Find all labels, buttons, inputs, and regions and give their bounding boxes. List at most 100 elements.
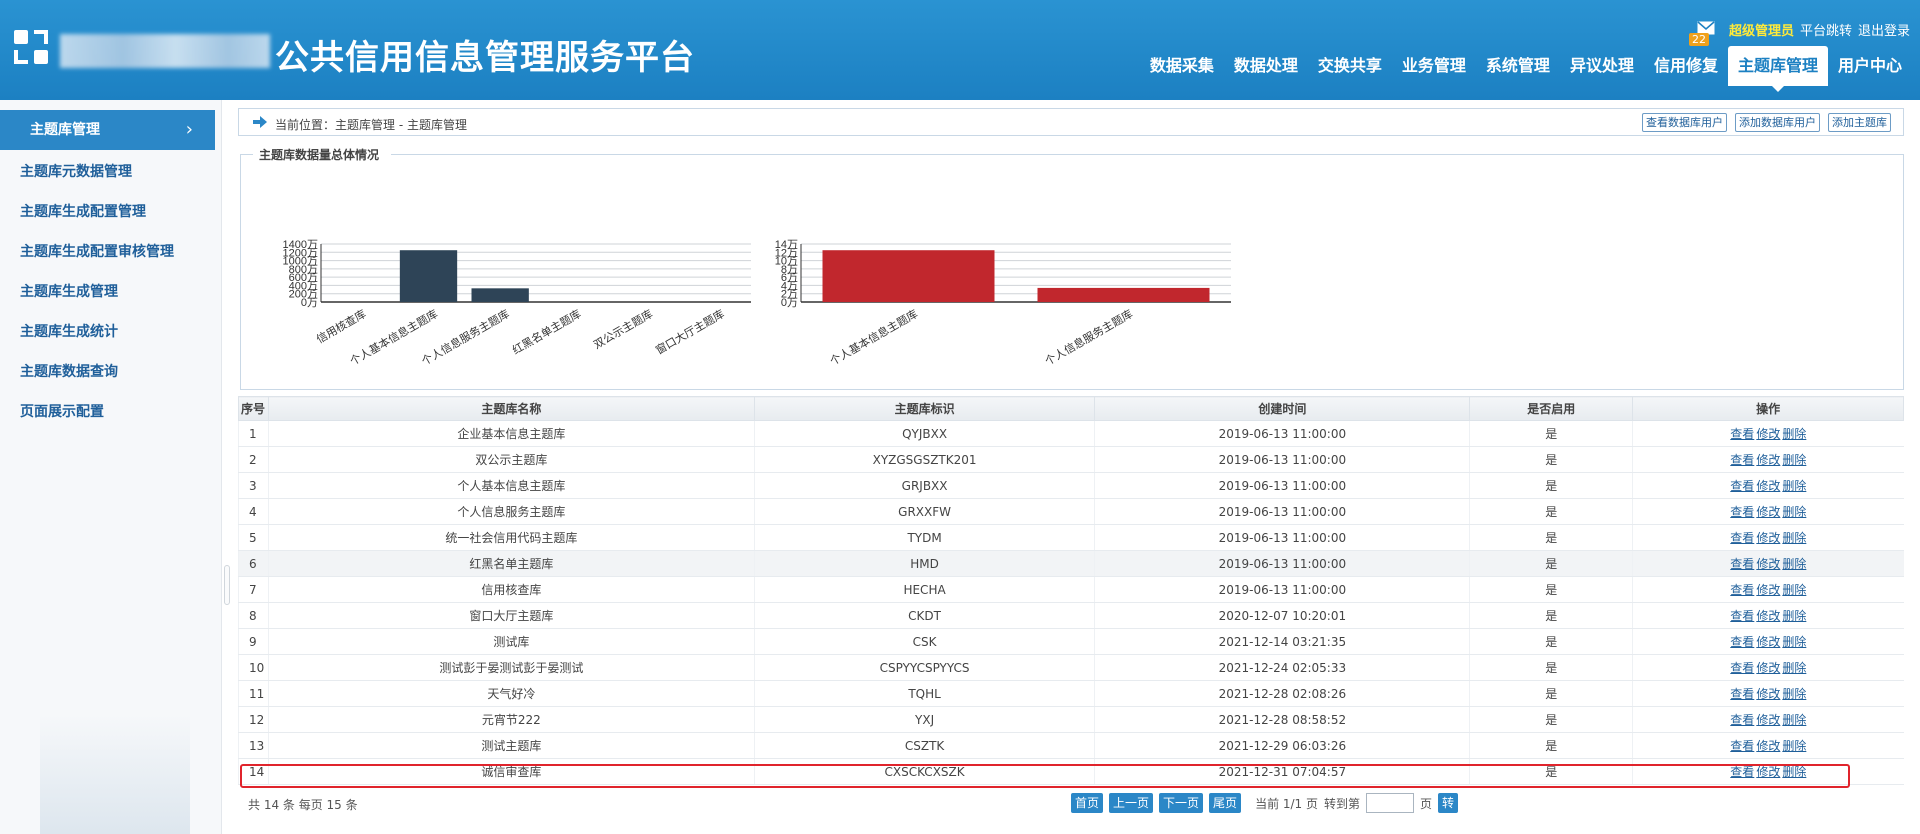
edit-link[interactable]: 修改: [1756, 765, 1780, 779]
nav-objection-handling[interactable]: 异议处理: [1560, 46, 1644, 86]
delete-link[interactable]: 删除: [1782, 453, 1806, 467]
cell-index: 12: [238, 706, 269, 733]
first-page-button[interactable]: 首页: [1071, 793, 1104, 813]
table-row: 5 统一社会信用代码主题库 TYDM 2019-06-13 11:00:00 是查看 修改…: [238, 524, 1904, 551]
sidebar-head[interactable]: 主题库管理 ›: [0, 110, 215, 150]
edit-link[interactable]: 修改: [1756, 505, 1780, 519]
sidebar-item-data-query[interactable]: 主题库数据查询: [0, 352, 215, 392]
cell-operations: 查看 修改 删除: [1632, 680, 1904, 707]
view-link[interactable]: 查看: [1730, 661, 1754, 675]
switch-platform-link[interactable]: 平台跳转: [1800, 20, 1852, 39]
cell-index: 7: [238, 576, 269, 603]
delete-link[interactable]: 删除: [1782, 635, 1806, 649]
edit-link[interactable]: 修改: [1756, 609, 1780, 623]
prev-page-button[interactable]: 上一页: [1109, 793, 1154, 813]
next-page-button[interactable]: 下一页: [1159, 793, 1204, 813]
sidebar-item-statistics[interactable]: 主题库生成统计: [0, 312, 215, 352]
delete-link[interactable]: 删除: [1782, 765, 1806, 779]
sidebar-item-generation[interactable]: 主题库生成管理: [0, 272, 215, 312]
edit-link[interactable]: 修改: [1756, 427, 1780, 441]
delete-link[interactable]: 删除: [1782, 479, 1806, 493]
view-link[interactable]: 查看: [1730, 505, 1754, 519]
delete-link[interactable]: 删除: [1782, 713, 1806, 727]
nav-data-collection[interactable]: 数据采集: [1140, 46, 1224, 86]
cell-name: 测试库: [267, 628, 755, 655]
edit-link[interactable]: 修改: [1756, 583, 1780, 597]
cell-enabled: 是: [1469, 602, 1633, 629]
y-tick-label: 14万: [775, 239, 798, 251]
sidebar-collapse-handle[interactable]: [224, 565, 230, 605]
view-link[interactable]: 查看: [1730, 427, 1754, 441]
edit-link[interactable]: 修改: [1756, 557, 1780, 571]
add-theme-library-button[interactable]: 添加主题库: [1828, 113, 1891, 132]
cell-created-time: 2021-12-28 08:58:52: [1094, 706, 1470, 733]
view-link[interactable]: 查看: [1730, 739, 1754, 753]
cell-name: 诚信审查库: [267, 758, 755, 785]
sidebar-item-metadata[interactable]: 主题库元数据管理: [0, 152, 215, 192]
delete-link[interactable]: 删除: [1782, 531, 1806, 545]
view-link[interactable]: 查看: [1730, 531, 1754, 545]
last-page-button[interactable]: 尾页: [1209, 793, 1242, 813]
chart-personal-volume: 0万2万4万6万8万10万12万14万个人基本信息主题库 个人信息服务主题库: [775, 239, 1231, 368]
delete-link[interactable]: 删除: [1782, 557, 1806, 571]
cell-identifier: YXJ: [753, 706, 1095, 733]
delete-link[interactable]: 删除: [1782, 687, 1806, 701]
delete-link[interactable]: 删除: [1782, 583, 1806, 597]
logout-link[interactable]: 退出登录: [1858, 20, 1910, 39]
edit-link[interactable]: 修改: [1756, 739, 1780, 753]
view-db-users-button[interactable]: 查看数据库用户: [1642, 113, 1727, 132]
bar: [1037, 287, 1210, 302]
view-link[interactable]: 查看: [1730, 713, 1754, 727]
view-link[interactable]: 查看: [1730, 635, 1754, 649]
nav-exchange-sharing[interactable]: 交换共享: [1308, 46, 1392, 86]
cell-identifier: HECHA: [753, 576, 1095, 603]
chart-total-volume: 0万200万400万600万800万1000万1200万1400万信用核查库个人…: [283, 239, 751, 368]
edit-link[interactable]: 修改: [1756, 531, 1780, 545]
nav-theme-library-management[interactable]: 主题库管理: [1727, 46, 1828, 92]
edit-link[interactable]: 修改: [1756, 661, 1780, 675]
delete-link[interactable]: 删除: [1782, 661, 1806, 675]
cell-identifier: CSPYYCSPYYCS: [753, 654, 1095, 681]
cell-name: 统一社会信用代码主题库: [267, 524, 755, 551]
view-link[interactable]: 查看: [1730, 687, 1754, 701]
sidebar-item-generation-config[interactable]: 主题库生成配置管理: [0, 192, 215, 232]
table-row: 12 元宵节222 YXJ 2021-12-28 08:58:52 是查看 修改 删除: [238, 706, 1904, 733]
add-db-user-button[interactable]: 添加数据库用户: [1735, 113, 1820, 132]
cell-enabled: 是: [1469, 680, 1633, 707]
nav-system-management[interactable]: 系统管理: [1476, 46, 1560, 86]
y-tick-label: 1400万: [283, 239, 318, 251]
cell-created-time: 2021-12-28 02:08:26: [1094, 680, 1470, 707]
top-links: 超级管理员 平台跳转 退出登录: [1729, 20, 1910, 39]
goto-page-input[interactable]: [1366, 793, 1415, 813]
nav-credit-repair[interactable]: 信用修复: [1644, 46, 1728, 86]
sidebar-item-page-display-config[interactable]: 页面展示配置: [0, 392, 215, 432]
delete-link[interactable]: 删除: [1782, 609, 1806, 623]
cell-index: 8: [238, 602, 269, 629]
view-link[interactable]: 查看: [1730, 557, 1754, 571]
cell-operations: 查看 修改 删除: [1632, 498, 1904, 525]
view-link[interactable]: 查看: [1730, 583, 1754, 597]
edit-link[interactable]: 修改: [1756, 479, 1780, 493]
delete-link[interactable]: 删除: [1782, 505, 1806, 519]
go-button[interactable]: 转: [1438, 793, 1459, 813]
nav-data-processing[interactable]: 数据处理: [1224, 46, 1308, 86]
edit-link[interactable]: 修改: [1756, 635, 1780, 649]
cell-operations: 查看 修改 删除: [1632, 550, 1904, 577]
admin-user-link[interactable]: 超级管理员: [1729, 20, 1794, 39]
cell-created-time: 2019-06-13 11:00:00: [1094, 420, 1470, 447]
edit-link[interactable]: 修改: [1756, 687, 1780, 701]
view-link[interactable]: 查看: [1730, 609, 1754, 623]
view-link[interactable]: 查看: [1730, 479, 1754, 493]
edit-link[interactable]: 修改: [1756, 713, 1780, 727]
delete-link[interactable]: 删除: [1782, 427, 1806, 441]
table-row: 10 测试彭于晏测试彭于晏测试 CSPYYCSPYYCS 2021-12-24 02:…: [238, 654, 1904, 681]
nav-user-center[interactable]: 用户中心: [1828, 46, 1912, 86]
view-link[interactable]: 查看: [1730, 765, 1754, 779]
chevron-right-icon: ›: [185, 119, 193, 140]
delete-link[interactable]: 删除: [1782, 739, 1806, 753]
col-header-name: 主题库名称: [267, 396, 755, 421]
edit-link[interactable]: 修改: [1756, 453, 1780, 467]
nav-business-management[interactable]: 业务管理: [1392, 46, 1476, 86]
view-link[interactable]: 查看: [1730, 453, 1754, 467]
sidebar-item-config-review[interactable]: 主题库生成配置审核管理: [0, 232, 215, 272]
